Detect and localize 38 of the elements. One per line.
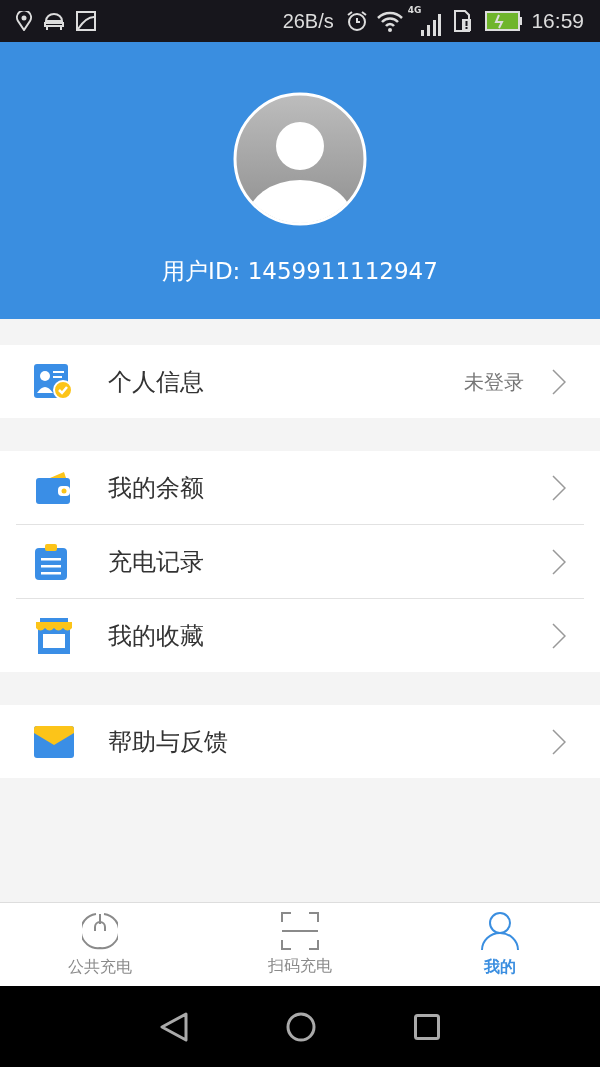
image-icon [76,11,96,31]
alarm-icon [345,10,368,32]
sim-alert-icon [453,10,474,32]
chevron-right-icon [552,548,566,575]
clipboard-icon [34,542,68,581]
menu-item[interactable]: 我的余额 [16,451,584,524]
chevron-right-icon [552,622,566,649]
clock: 16:59 [531,8,584,35]
menu-item-label: 我的收藏 [108,620,204,652]
recent-apps-icon[interactable] [414,1013,440,1040]
network-type: 4G [407,6,422,15]
person-icon [481,910,519,951]
menu-item-label: 我的余额 [108,472,204,504]
user-id: 用户ID: 1459911112947 [162,257,438,286]
home-icon[interactable] [286,1011,316,1042]
chevron-right-icon [552,474,566,501]
wifi-icon [375,10,404,32]
envelope-icon [34,725,74,758]
menu-item[interactable]: 充电记录 [16,525,584,598]
scan-icon [281,911,319,950]
back-icon[interactable] [160,1011,188,1042]
id-card-icon [34,363,74,400]
menu-item[interactable]: 我的收藏 [16,599,584,672]
menu-item-label: 个人信息 [108,366,204,398]
wallet-icon [34,471,72,504]
network-speed: 26B/s [282,9,334,34]
location-icon [16,11,32,31]
battery-icon [485,11,524,31]
tab[interactable]: 公共充电 [0,903,200,986]
tab[interactable]: 扫码充电 [200,903,400,986]
menu-item-label: 充电记录 [108,546,204,578]
chevron-right-icon [552,728,566,755]
login-status: 未登录 [464,368,524,396]
store-icon [34,617,74,654]
chevron-right-icon [552,368,566,395]
menu-item-label: 帮助与反馈 [108,726,228,758]
signal-icon [421,14,442,36]
avatar-icon [233,92,367,226]
